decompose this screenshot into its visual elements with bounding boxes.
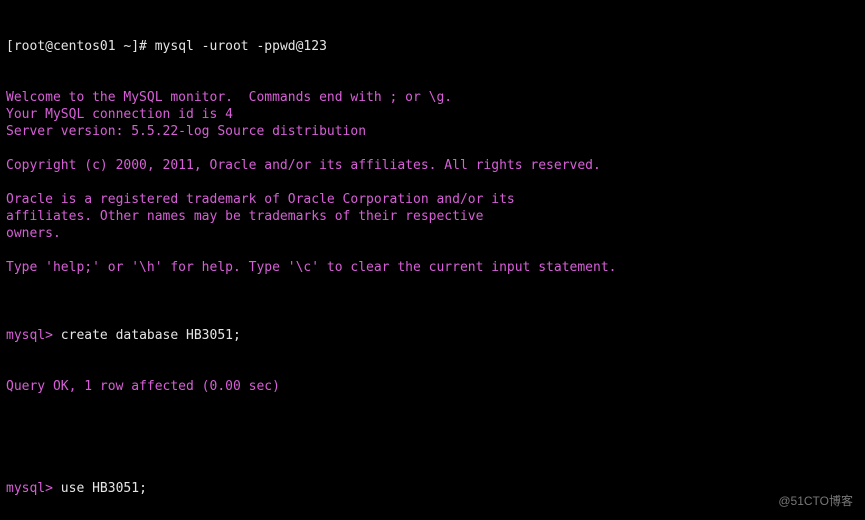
banner-line xyxy=(6,174,859,191)
banner-line: Your MySQL connection id is 4 xyxy=(6,106,859,123)
banner-line xyxy=(6,242,859,259)
blank-line xyxy=(6,429,859,446)
banner-line: Copyright (c) 2000, 2011, Oracle and/or … xyxy=(6,157,859,174)
watermark: @51CTO博客 xyxy=(778,493,853,510)
shell-prompt-line: [root@centos01 ~]# mysql -uroot -ppwd@12… xyxy=(6,38,859,55)
mysql-prompt: mysql> xyxy=(6,481,61,496)
banner-line: Welcome to the MySQL monitor. Commands e… xyxy=(6,89,859,106)
terminal[interactable]: [root@centos01 ~]# mysql -uroot -ppwd@12… xyxy=(0,0,865,520)
banner-line: Server version: 5.5.22-log Source distri… xyxy=(6,123,859,140)
banner-line xyxy=(6,276,859,293)
banner-line: owners. xyxy=(6,225,859,242)
resp-create-db: Query OK, 1 row affected (0.00 sec) xyxy=(6,378,859,395)
banner-line: Oracle is a registered trademark of Orac… xyxy=(6,191,859,208)
banner-line: affiliates. Other names may be trademark… xyxy=(6,208,859,225)
mysql-banner: Welcome to the MySQL monitor. Commands e… xyxy=(6,89,859,293)
mysql-prompt: mysql> xyxy=(6,328,61,343)
banner-line: Type 'help;' or '\h' for help. Type '\c'… xyxy=(6,259,859,276)
banner-line xyxy=(6,140,859,157)
sql-use-database: use HB3051; xyxy=(61,481,147,496)
shell-prompt: [root@centos01 ~]# xyxy=(6,39,155,54)
mysql-line-create-db: mysql> create database HB3051; xyxy=(6,327,859,344)
shell-command: mysql -uroot -ppwd@123 xyxy=(155,39,327,54)
mysql-line-use-db: mysql> use HB3051; xyxy=(6,480,859,497)
sql-create-database: create database HB3051; xyxy=(61,328,241,343)
